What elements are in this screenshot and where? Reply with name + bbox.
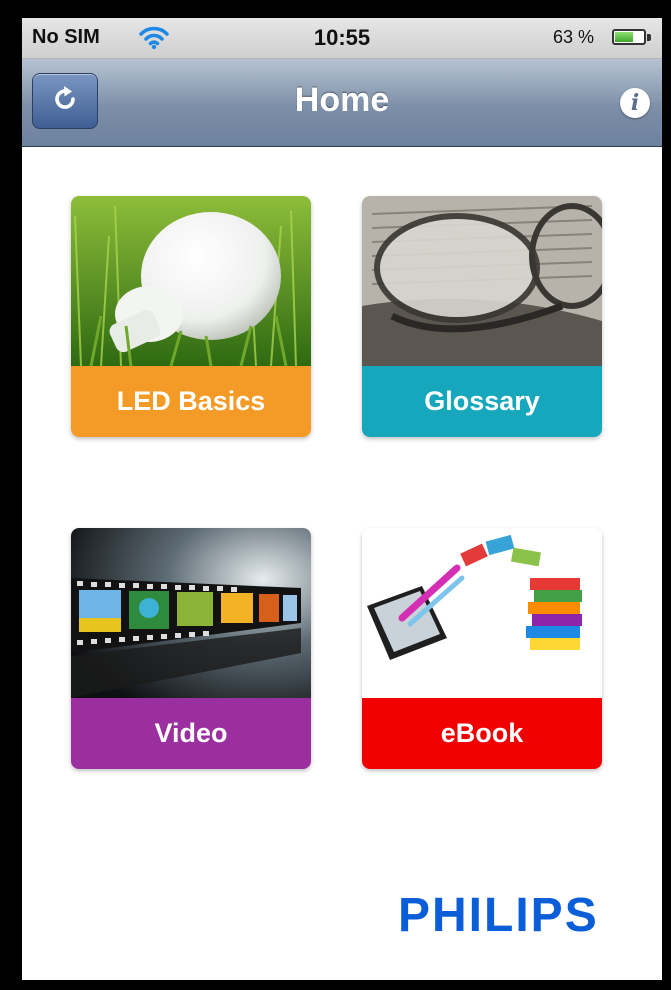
battery-level — [615, 32, 633, 42]
status-bar: No SIM 10:55 63 % — [22, 18, 662, 59]
lightbulb-in-grass-image — [71, 196, 311, 367]
battery-percent: 63 % — [552, 27, 594, 47]
tile-label: Video — [71, 698, 311, 769]
tile-label: LED Basics — [71, 366, 311, 437]
tile-label: Glossary — [362, 366, 602, 437]
tablet-and-books-image — [362, 528, 602, 698]
page-title: Home — [294, 81, 390, 119]
tile-video[interactable]: Video — [71, 528, 311, 769]
tile-led-basics[interactable]: LED Basics — [71, 196, 311, 437]
battery-icon — [612, 29, 646, 45]
glasses-on-book-image — [362, 196, 602, 366]
tile-label: eBook — [362, 698, 602, 769]
navigation-bar: Home i — [22, 59, 662, 147]
film-strip-image — [71, 528, 311, 698]
philips-logo: PHILIPS — [398, 889, 599, 942]
tile-glossary[interactable]: Glossary — [362, 196, 602, 437]
info-button[interactable]: i — [620, 88, 650, 118]
info-icon: i — [630, 90, 640, 116]
battery-tip — [647, 34, 651, 41]
tile-ebook[interactable]: eBook — [362, 528, 602, 769]
phone-screen: No SIM 10:55 63 % Home i LED Basics Glos… — [22, 18, 662, 980]
